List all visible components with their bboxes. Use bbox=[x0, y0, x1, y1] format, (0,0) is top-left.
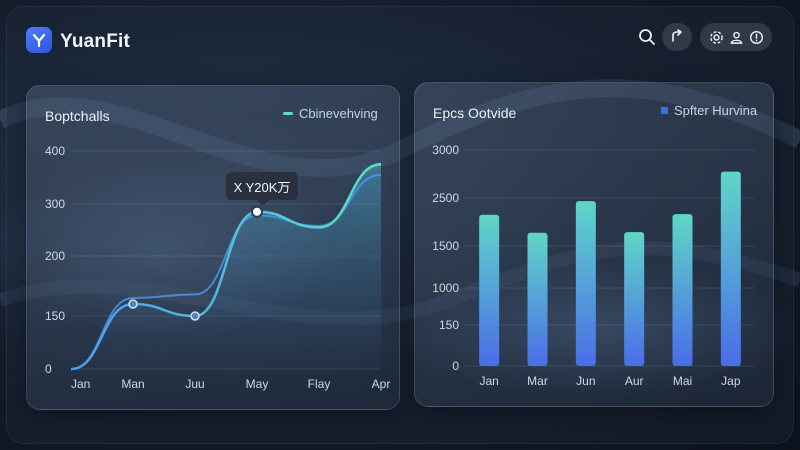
y-tick-label: 2500 bbox=[432, 191, 459, 205]
x-tick-label: Man bbox=[121, 377, 144, 391]
x-tick-label: May bbox=[246, 377, 269, 391]
search-icon bbox=[639, 29, 655, 45]
bar[interactable] bbox=[720, 171, 741, 366]
x-tick-label: Mar bbox=[527, 374, 548, 388]
y-tick-label: 300 bbox=[45, 197, 65, 211]
user-icon[interactable] bbox=[729, 30, 744, 45]
x-tick-label: Flay bbox=[308, 377, 331, 391]
tooltip-label: X Y20K万 bbox=[233, 179, 291, 195]
logo-icon bbox=[32, 33, 46, 48]
y-tick-label: 400 bbox=[45, 144, 65, 158]
x-tick-label: Juu bbox=[185, 377, 204, 391]
share-icon bbox=[672, 29, 682, 42]
y-tick-label: 150 bbox=[45, 309, 65, 323]
y-tick-label: 1500 bbox=[432, 239, 459, 253]
bar-chart-card: Epcs Ootvide Spfter Hurvina 0 150 1000 1500… bbox=[414, 82, 774, 407]
bar[interactable] bbox=[575, 201, 596, 366]
x-tick-label: Mai bbox=[673, 374, 692, 388]
data-point[interactable] bbox=[128, 299, 138, 309]
search-button[interactable] bbox=[636, 26, 658, 48]
header-actions bbox=[700, 23, 772, 51]
info-icon[interactable] bbox=[749, 30, 764, 45]
x-tick-label: Jan bbox=[479, 374, 498, 388]
x-tick-label: Jan bbox=[71, 377, 90, 391]
x-tick-label: Jap bbox=[721, 374, 741, 388]
bar[interactable] bbox=[672, 214, 693, 366]
y-tick-label: 1000 bbox=[432, 281, 459, 295]
bar[interactable] bbox=[527, 232, 548, 366]
line-chart: 0 150 200 300 400 Jan Man Juu May Flay Apr bbox=[45, 144, 391, 391]
x-tick-label: Aur bbox=[625, 374, 644, 388]
share-button[interactable] bbox=[662, 23, 692, 51]
app-name: YuanFit bbox=[60, 31, 131, 52]
y-tick-label: 3000 bbox=[432, 143, 459, 157]
bar[interactable] bbox=[624, 232, 645, 366]
chart-tooltip: X Y20K万 bbox=[225, 171, 299, 206]
bar-chart: 0 150 1000 1500 2500 3000 Jan Mar Jun Aur Mai Jap bbox=[432, 143, 755, 388]
yuanfit-logo[interactable] bbox=[26, 27, 52, 53]
settings-icon[interactable] bbox=[709, 30, 724, 45]
x-tick-label: Jun bbox=[576, 374, 595, 388]
data-point[interactable] bbox=[190, 311, 200, 321]
highlight-point[interactable] bbox=[251, 205, 263, 218]
y-tick-label: 0 bbox=[45, 362, 52, 376]
y-tick-label: 0 bbox=[452, 359, 459, 373]
y-tick-label: 200 bbox=[45, 249, 65, 263]
bar[interactable] bbox=[479, 214, 500, 366]
y-tick-label: 150 bbox=[439, 318, 459, 332]
line-chart-card: Boptchalls Cbinevehving 0 150 200 300 400 Jan… bbox=[26, 85, 400, 410]
x-tick-label: Apr bbox=[372, 377, 391, 391]
